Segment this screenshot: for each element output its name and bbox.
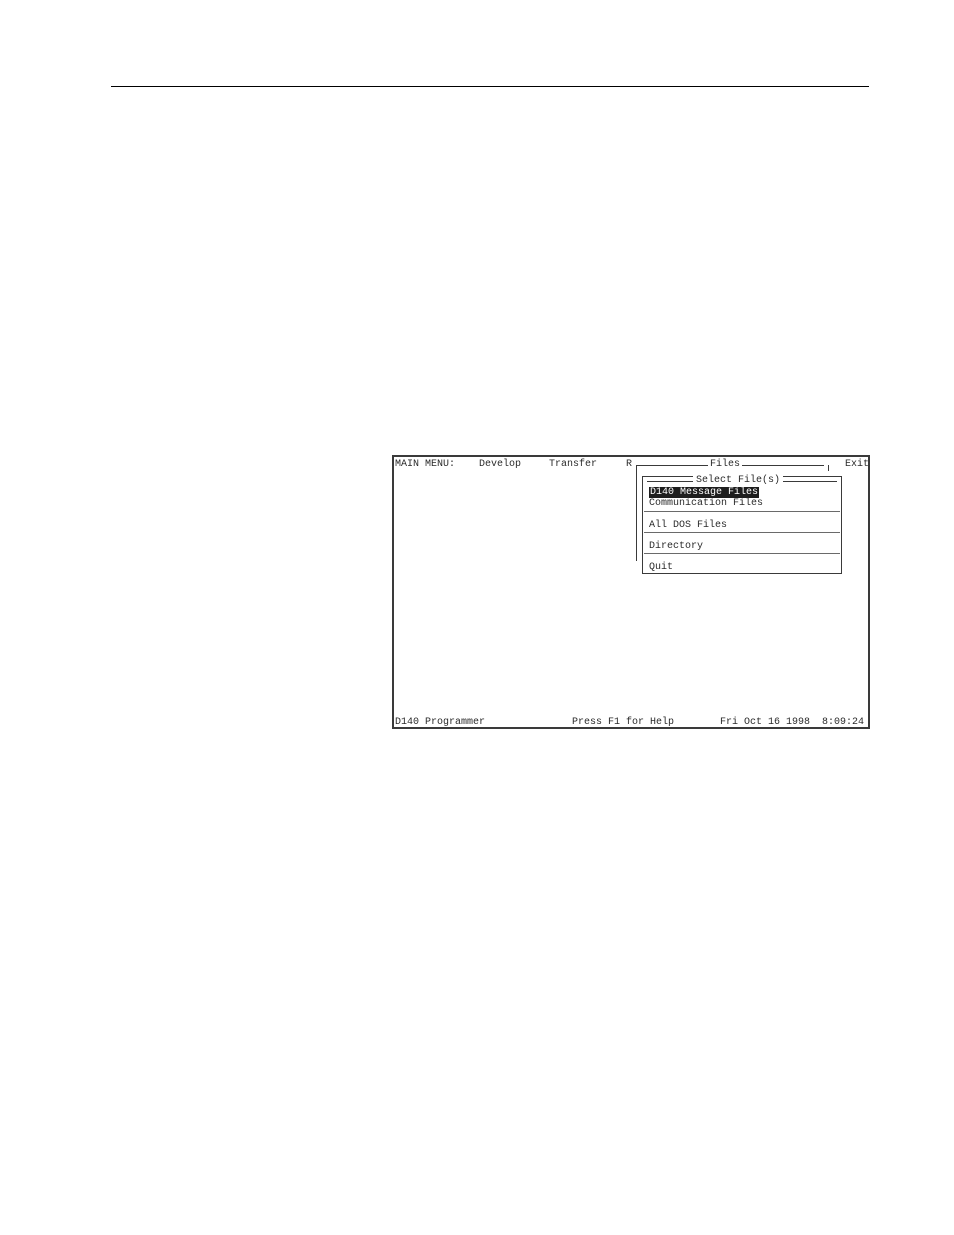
- select-files-popup: Select File(s) D140 Message Files Commun…: [642, 475, 842, 574]
- menu-item-all-dos-files[interactable]: All DOS Files: [649, 520, 727, 531]
- terminal-screen: MAIN MENU: Develop Transfer R Exit Files…: [392, 455, 870, 729]
- menu-item-communication-files[interactable]: Communication Files: [649, 498, 763, 509]
- popup-title: Select File(s): [693, 475, 784, 486]
- menu-item-directory[interactable]: Directory: [649, 541, 703, 552]
- files-menu-frame-right: [828, 465, 829, 471]
- menu-separator: [644, 553, 840, 554]
- menu-develop[interactable]: Develop: [479, 459, 521, 470]
- menu-files[interactable]: Files: [708, 459, 743, 470]
- page-header-rule: [111, 86, 869, 87]
- menu-separator: [644, 511, 840, 512]
- menu-r[interactable]: R: [626, 459, 632, 470]
- menu-separator: [644, 532, 840, 533]
- menu-item-d140-message-files[interactable]: D140 Message Files: [649, 487, 760, 498]
- status-help: Press F1 for Help: [572, 717, 675, 728]
- menu-item-quit[interactable]: Quit: [649, 562, 673, 573]
- main-menu-label: MAIN MENU:: [395, 459, 456, 470]
- menu-exit[interactable]: Exit: [845, 459, 869, 470]
- menu-transfer[interactable]: Transfer: [549, 459, 597, 470]
- status-app-name: D140 Programmer: [395, 717, 486, 728]
- status-datetime: Fri Oct 16 1998 8:09:24: [720, 717, 865, 728]
